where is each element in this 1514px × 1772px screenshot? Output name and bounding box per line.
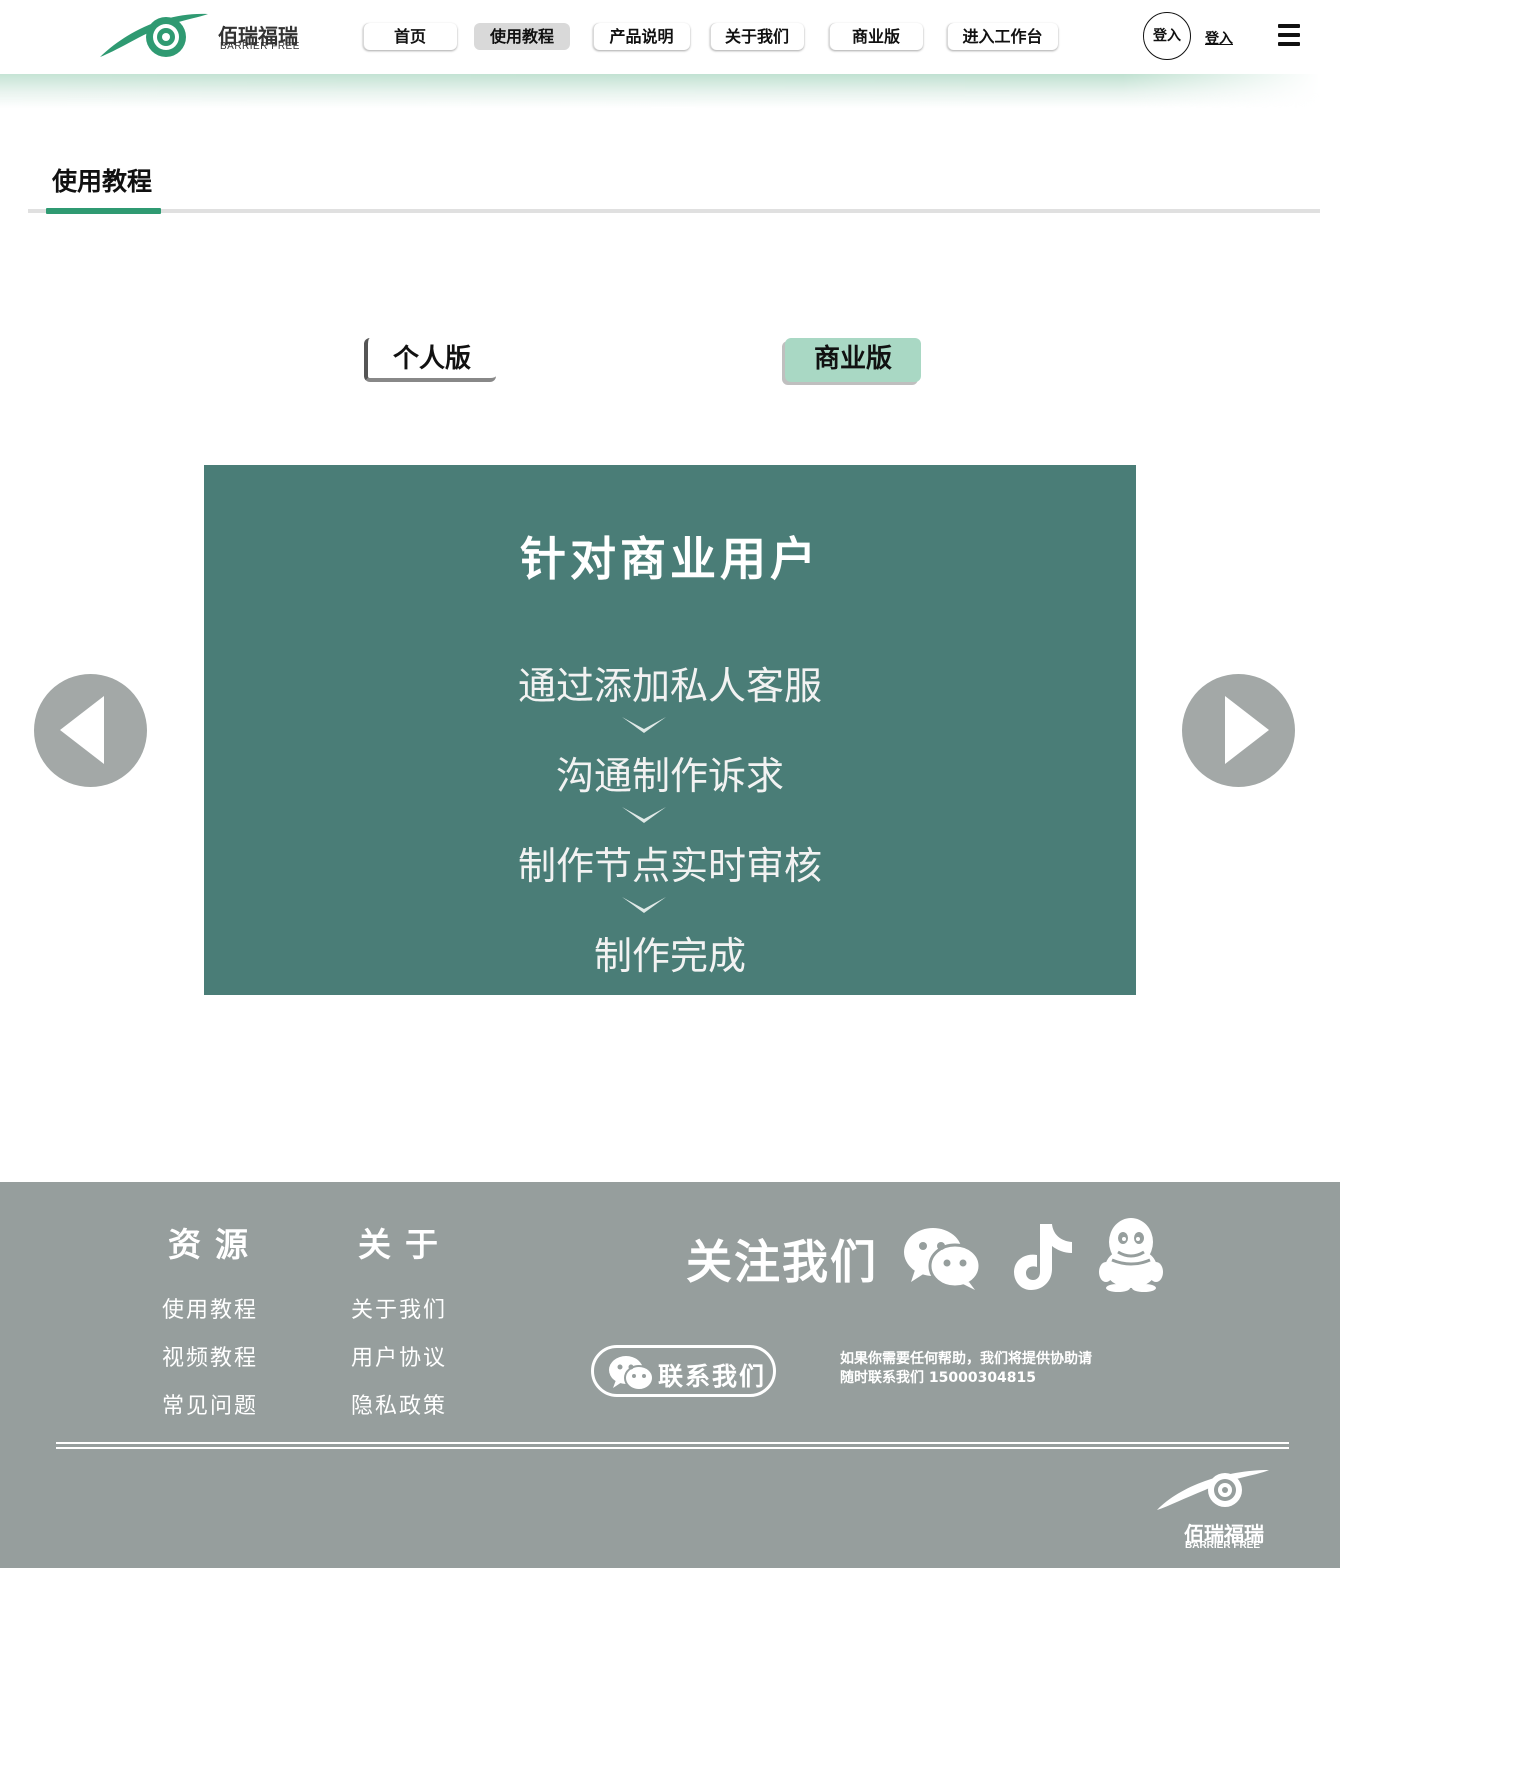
footer-brand-name-en: BARRIER FREE [1185,1540,1261,1551]
brand-name-en: BARRIER FREE [220,41,300,52]
contact-us-label: 联系我们 [658,1362,767,1391]
footer-link-privacy[interactable]: 隐私政策 [351,1388,447,1420]
slide-step: 沟通制作诉求 [555,754,784,798]
footer-link-agreement[interactable]: 用户协议 [351,1340,447,1372]
wechat-icon[interactable] [903,1226,981,1290]
contact-us-button[interactable]: 联系我们 [591,1345,776,1397]
nav-about[interactable]: 关于我们 [710,23,804,50]
header-shadow [0,74,1320,108]
title-divider [28,209,1320,213]
tutorial-slide: 针对商业用户 通过添加私人客服 沟通制作诉求 制作节点实时审核 制作完成 [204,465,1136,995]
site-header: 佰瑞福瑞 BARRIER FREE 首页 使用教程 产品说明 关于我们 商业版 … [0,0,1340,74]
footer-link-about-us[interactable]: 关于我们 [351,1292,447,1324]
chevron-down-icon [622,807,666,823]
footer-divider [56,1447,1289,1449]
footer-resources-heading: 资源 [168,1225,262,1264]
next-slide-button[interactable] [1182,674,1295,787]
title-active-underline [46,208,161,214]
wechat-icon [609,1356,654,1391]
avatar-login-button[interactable]: 登入 [1143,12,1191,60]
nav-workspace[interactable]: 进入工作台 [947,23,1058,50]
site-footer: 资源 关于 使用教程 视频教程 常见问题 关于我们 用户协议 隐私政策 关注我们 [0,1182,1340,1568]
triangle-right-icon [1225,696,1269,764]
triangle-left-icon [60,696,104,764]
nav-business[interactable]: 商业版 [829,23,923,50]
slide-step: 通过添加私人客服 [517,664,822,708]
nav-tutorial[interactable]: 使用教程 [474,23,570,50]
footer-link-tutorial[interactable]: 使用教程 [162,1292,258,1324]
tab-personal-version[interactable]: 个人版 [364,338,496,382]
prev-slide-button[interactable] [34,674,147,787]
qq-icon[interactable] [1096,1216,1166,1292]
follow-us-label: 关注我们 [686,1235,878,1289]
footer-link-faq[interactable]: 常见问题 [162,1388,258,1420]
slide-step: 制作完成 [593,934,746,978]
footer-divider [56,1442,1289,1444]
help-text-line: 如果你需要任何帮助，我们将提供协助请 [840,1351,1092,1367]
chevron-down-icon [622,717,666,733]
hamburger-icon[interactable] [1278,24,1300,48]
help-text: 如果你需要任何帮助，我们将提供协助请 随时联系我们 15000304815 [840,1350,1092,1388]
tiktok-icon[interactable] [1012,1222,1074,1292]
slide-title: 针对商业用户 [520,532,820,586]
nav-product[interactable]: 产品说明 [593,23,690,50]
nav-home[interactable]: 首页 [363,23,457,50]
chevron-down-icon [622,897,666,913]
footer-about-heading: 关于 [358,1225,452,1264]
page-title: 使用教程 [52,167,153,196]
help-text-line: 随时联系我们 15000304815 [840,1370,1037,1386]
slide-step: 制作节点实时审核 [517,844,822,888]
footer-link-video[interactable]: 视频教程 [162,1340,258,1372]
tab-business-version[interactable]: 商业版 [785,338,921,382]
login-link[interactable]: 登入 [1205,28,1233,48]
